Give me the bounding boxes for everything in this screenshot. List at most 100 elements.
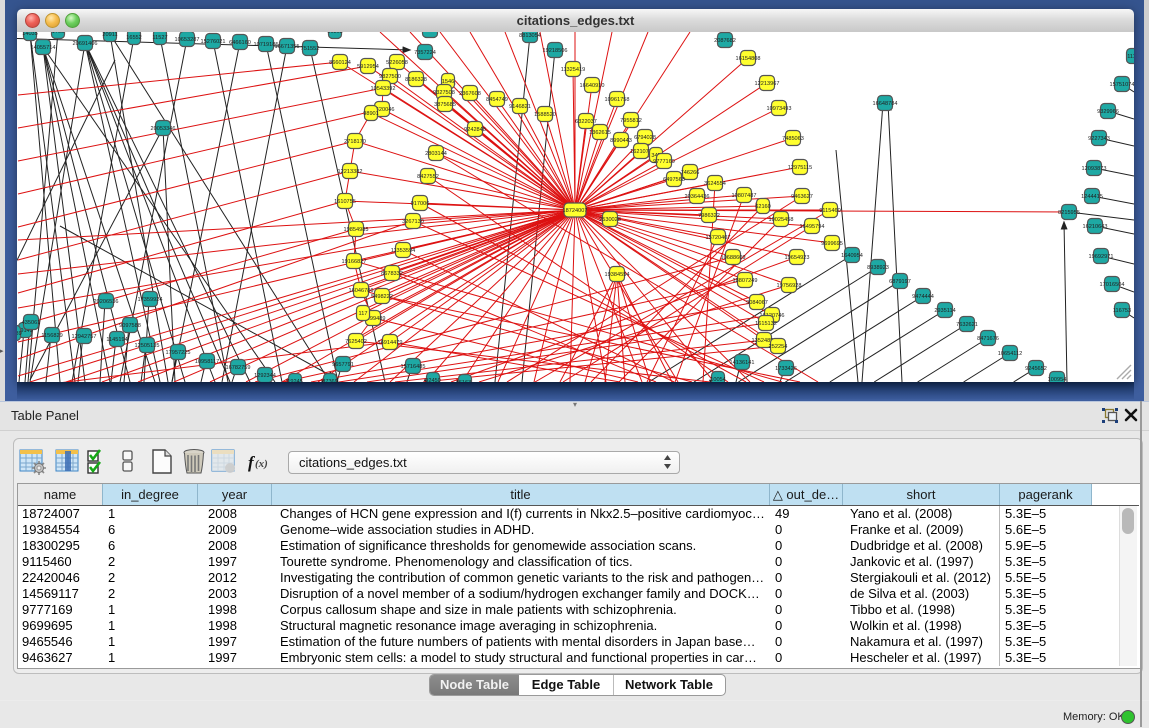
svg-text:1244415: 1244415 xyxy=(1081,194,1103,200)
svg-text:1640954: 1640954 xyxy=(841,253,863,259)
svg-text:2087682: 2087682 xyxy=(714,38,736,44)
svg-text:8454749: 8454749 xyxy=(486,97,508,103)
svg-text:9084067: 9084067 xyxy=(746,300,768,306)
svg-text:7986322: 7986322 xyxy=(698,213,720,219)
svg-text:17957225: 17957225 xyxy=(166,350,191,356)
svg-text:2935114: 2935114 xyxy=(934,308,955,314)
svg-text:10543392: 10543392 xyxy=(371,86,396,92)
svg-text:5912954: 5912954 xyxy=(357,64,379,70)
svg-text:14136141: 14136141 xyxy=(730,360,755,366)
svg-text:12505135: 12505135 xyxy=(135,343,160,349)
svg-text:92450: 92450 xyxy=(425,378,441,382)
svg-text:16495794: 16495794 xyxy=(800,224,825,230)
svg-text:11527: 11527 xyxy=(152,35,167,41)
svg-text:7625402: 7625402 xyxy=(345,339,367,345)
svg-text:15276021: 15276021 xyxy=(201,39,226,45)
svg-text:19654923: 19654923 xyxy=(785,255,810,261)
svg-text:8938923: 8938923 xyxy=(867,265,889,271)
svg-text:20364436: 20364436 xyxy=(685,194,710,200)
svg-text:(x): (x) xyxy=(255,458,268,470)
svg-text:116753: 116753 xyxy=(1113,308,1131,314)
svg-text:10025458: 10025458 xyxy=(769,217,794,223)
svg-text:7357224: 7357224 xyxy=(414,50,436,56)
svg-text:16671355: 16671355 xyxy=(275,44,300,50)
svg-text:16914479: 16914479 xyxy=(378,340,403,346)
svg-text:6466160: 6466160 xyxy=(229,40,251,46)
svg-text:1705: 1705 xyxy=(52,32,64,35)
svg-text:8186328: 8186328 xyxy=(405,77,427,83)
svg-text:252254: 252254 xyxy=(769,344,788,350)
svg-text:10653287: 10653287 xyxy=(175,37,200,43)
svg-text:96363: 96363 xyxy=(327,32,343,35)
svg-text:9245652: 9245652 xyxy=(1025,366,1047,372)
svg-text:8215955: 8215955 xyxy=(1058,210,1080,216)
svg-text:7955812: 7955812 xyxy=(620,118,642,124)
svg-text:12942757: 12942757 xyxy=(72,334,97,340)
svg-text:16046786: 16046786 xyxy=(349,288,374,294)
svg-text:1112: 1112 xyxy=(1127,54,1134,60)
svg-text:14055714: 14055714 xyxy=(31,45,56,51)
svg-text:12975115: 12975115 xyxy=(788,165,812,171)
svg-text:3624554: 3624554 xyxy=(704,181,726,187)
svg-text:6163: 6163 xyxy=(459,380,471,382)
svg-text:8660124: 8660124 xyxy=(329,60,351,66)
svg-text:746266: 746266 xyxy=(681,170,700,176)
svg-text:10973493: 10973493 xyxy=(767,106,792,112)
svg-text:10688609: 10688609 xyxy=(721,255,746,261)
svg-text:25139: 25139 xyxy=(17,331,22,337)
svg-text:12213967: 12213967 xyxy=(755,81,780,87)
svg-text:20206536: 20206536 xyxy=(94,299,119,305)
svg-text:87369: 87369 xyxy=(322,379,338,382)
svg-text:3875685: 3875685 xyxy=(434,102,456,108)
svg-text:19245: 19245 xyxy=(287,379,303,382)
svg-text:17016504: 17016504 xyxy=(1100,282,1125,288)
svg-text:9463627: 9463627 xyxy=(791,194,813,200)
svg-text:6322037: 6322037 xyxy=(575,119,597,125)
svg-text:1362615: 1362615 xyxy=(589,130,611,136)
svg-text:1733426: 1733426 xyxy=(775,366,797,372)
svg-text:1156829: 1156829 xyxy=(41,333,62,339)
svg-text:1588520: 1588520 xyxy=(534,112,556,118)
svg-text:16782759: 16782759 xyxy=(226,365,251,371)
svg-text:17359924: 17359924 xyxy=(138,297,163,303)
svg-text:9146821: 9146821 xyxy=(509,104,531,110)
svg-text:19166827: 19166827 xyxy=(342,259,367,265)
svg-text:1615132: 1615132 xyxy=(755,321,777,327)
svg-text:18724007: 18724007 xyxy=(563,208,588,214)
svg-text:435061: 435061 xyxy=(22,320,41,326)
svg-text:7632621: 7632621 xyxy=(956,322,978,328)
svg-text:8471676: 8471676 xyxy=(977,336,999,342)
svg-text:18807249: 18807249 xyxy=(733,278,758,284)
svg-text:7485063: 7485063 xyxy=(782,136,804,142)
svg-text:8813054: 8813054 xyxy=(519,33,541,39)
svg-text:6794028: 6794028 xyxy=(634,135,656,141)
svg-text:9657791: 9657791 xyxy=(332,362,354,368)
svg-text:9474444: 9474444 xyxy=(912,294,934,300)
svg-text:20911: 20911 xyxy=(102,32,117,38)
svg-text:1610755: 1610755 xyxy=(334,199,356,205)
svg-text:15720407: 15720407 xyxy=(706,235,731,241)
svg-text:10054: 10054 xyxy=(710,377,726,382)
svg-text:9777169: 9777169 xyxy=(653,159,675,165)
svg-text:10958117: 10958117 xyxy=(195,359,219,365)
svg-text:9329966: 9329966 xyxy=(1097,109,1119,115)
svg-text:19692971: 19692971 xyxy=(1089,254,1114,260)
svg-text:1621072: 1621072 xyxy=(630,149,652,155)
svg-text:100954: 100954 xyxy=(1048,377,1067,382)
svg-text:2530028: 2530028 xyxy=(599,217,621,223)
svg-text:15751074: 15751074 xyxy=(1110,82,1134,88)
svg-text:16640910: 16640910 xyxy=(580,83,605,89)
svg-text:8427552: 8427552 xyxy=(417,174,439,180)
svg-text:6879197: 6879197 xyxy=(889,279,911,285)
svg-text:16210643: 16210643 xyxy=(1083,224,1108,230)
svg-text:9827500: 9827500 xyxy=(379,74,401,80)
svg-text:9242848: 9242848 xyxy=(464,127,486,133)
svg-text:9097588: 9097588 xyxy=(119,323,141,329)
svg-text:15716485: 15716485 xyxy=(401,364,426,370)
svg-text:9327508: 9327508 xyxy=(433,90,455,96)
svg-text:19218506: 19218506 xyxy=(543,48,568,54)
svg-text:10654112: 10654112 xyxy=(998,351,1022,357)
svg-text:5498222: 5498222 xyxy=(371,294,393,300)
svg-text:2803144: 2803144 xyxy=(425,151,447,157)
svg-text:9115460: 9115460 xyxy=(819,208,840,214)
